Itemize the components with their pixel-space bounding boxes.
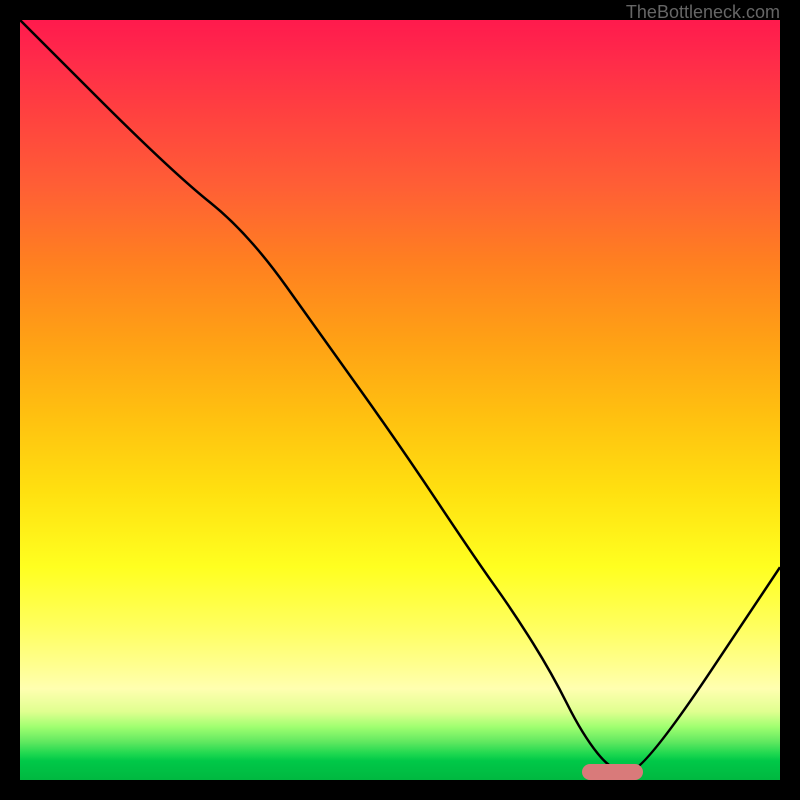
bottleneck-curve-path <box>20 20 780 772</box>
watermark-text: TheBottleneck.com <box>626 2 780 23</box>
chart-container: TheBottleneck.com <box>0 0 800 800</box>
optimum-marker <box>582 764 643 780</box>
bottleneck-curve-svg <box>20 20 780 780</box>
plot-area <box>20 20 780 780</box>
